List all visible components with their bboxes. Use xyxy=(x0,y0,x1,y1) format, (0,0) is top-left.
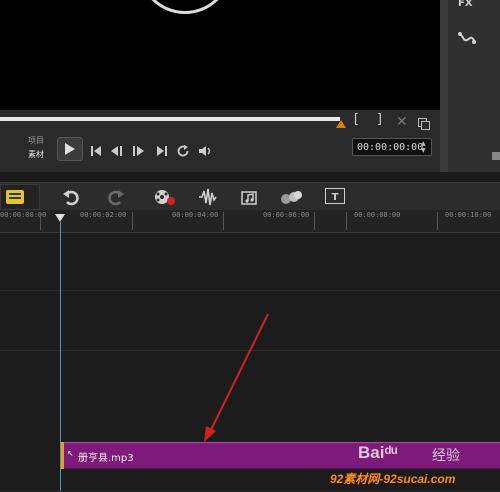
timecode-spinner[interactable]: ▲ ▼ xyxy=(421,140,426,154)
undo-icon[interactable] xyxy=(62,188,80,210)
play-button[interactable] xyxy=(57,137,83,161)
redo-icon[interactable] xyxy=(107,188,125,210)
ruler-tick xyxy=(314,212,315,230)
sound-mixer-icon[interactable] xyxy=(198,188,218,210)
baidu-watermark: Baiᵈᵘ xyxy=(358,443,398,462)
fx-filter-button[interactable]: FX xyxy=(458,0,473,9)
enlarge-preview-icon[interactable] xyxy=(418,115,430,130)
record-capture-icon[interactable] xyxy=(154,188,176,210)
mode-project-toggle[interactable]: 项目 xyxy=(28,135,44,146)
scrubber-marker[interactable] xyxy=(336,120,346,128)
ruler-tick-label: 00:00:04:00 xyxy=(172,211,219,219)
svg-text:T: T xyxy=(332,192,339,203)
ruler-tick-label: 00:00:02:00 xyxy=(80,211,127,219)
ruler-tick xyxy=(346,212,347,230)
timeline-ruler[interactable] xyxy=(0,210,500,233)
mark-in-button[interactable]: [ xyxy=(352,112,360,127)
go-to-end-icon[interactable] xyxy=(156,142,168,156)
annotation-arrow xyxy=(200,310,275,449)
scrubber-bar[interactable] xyxy=(0,117,340,121)
video-track[interactable] xyxy=(0,233,500,291)
ruler-tick xyxy=(437,212,438,230)
playhead-handle[interactable] xyxy=(55,214,65,222)
scissors-icon[interactable]: ✕ xyxy=(396,114,408,130)
volume-icon[interactable] xyxy=(198,142,214,156)
preview-graphic xyxy=(138,0,232,14)
ruler-tick xyxy=(132,212,133,230)
panel-divider[interactable] xyxy=(440,0,448,172)
repeat-icon[interactable] xyxy=(177,142,190,157)
playhead-line[interactable] xyxy=(60,222,61,491)
mark-out-button[interactable]: ] xyxy=(376,112,384,127)
audio-clip-icon: ↖ xyxy=(67,449,74,458)
ruler-tick-label: 00:00:10:00 xyxy=(445,211,492,219)
preview-screen xyxy=(0,0,440,110)
title-icon[interactable]: T xyxy=(325,188,345,208)
jingyan-watermark: 经验 xyxy=(432,448,460,464)
ruler-tick-label: 00:00:06:00 xyxy=(263,211,310,219)
panel-resize-handle[interactable] xyxy=(492,152,500,160)
library-side-panel xyxy=(448,0,500,172)
storyboard-view-button[interactable] xyxy=(0,184,40,210)
audio-clip-name: 册亨县.mp3 xyxy=(78,453,134,464)
path-icon[interactable] xyxy=(457,30,477,49)
go-to-start-icon[interactable] xyxy=(90,142,102,156)
ruler-tick-label: 00:00:08:00 xyxy=(354,211,401,219)
auto-music-icon[interactable] xyxy=(241,188,261,210)
next-frame-icon[interactable] xyxy=(132,142,146,156)
ruler-tick xyxy=(223,212,224,230)
site-watermark: 92素材网-92sucai.com xyxy=(330,472,456,486)
timecode-field[interactable]: 00:00:00:00 xyxy=(352,138,432,156)
mode-clip-toggle[interactable]: 素材 xyxy=(28,149,44,160)
previous-frame-icon[interactable] xyxy=(110,142,124,156)
ruler-tick xyxy=(40,212,41,230)
motion-track-icon[interactable] xyxy=(279,188,303,210)
